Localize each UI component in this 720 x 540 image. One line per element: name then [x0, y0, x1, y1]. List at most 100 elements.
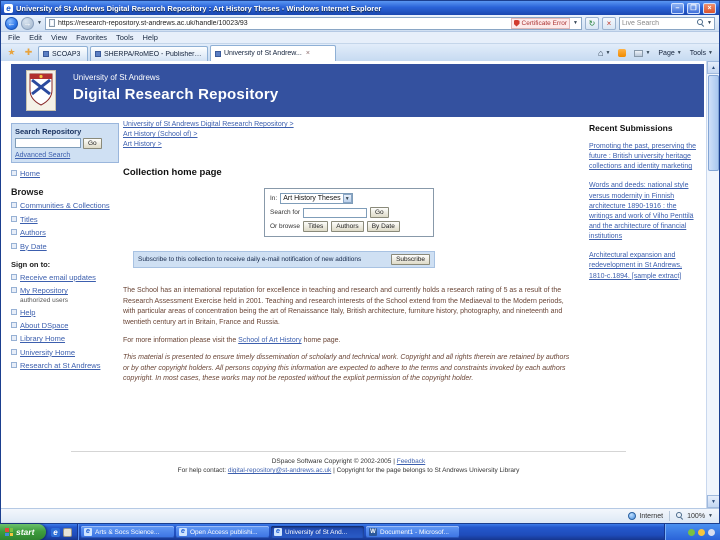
user-icon: [11, 287, 17, 294]
show-desktop-icon[interactable]: [63, 527, 72, 537]
breadcrumb-school-link[interactable]: Art History (School of) >: [123, 131, 198, 138]
sidebar-item-titles[interactable]: Titles: [11, 215, 119, 224]
breadcrumb-art-history-link[interactable]: Art History >: [123, 141, 162, 148]
scrollbar-thumb[interactable]: [708, 75, 719, 171]
search-repository-title: Search Repository: [15, 127, 82, 136]
sidebar-item-about-dspace[interactable]: About DSpace: [11, 321, 119, 330]
taskbar-item-open-access[interactable]: Open Access publishi...: [176, 526, 269, 538]
help-icon: [11, 308, 17, 315]
taskbar-item-word-document[interactable]: Document1 - Microsof...: [366, 526, 459, 538]
tab-bar: ★ ✚ SCOAP3 SHERPA/RoMEO - Publisher c...…: [1, 44, 719, 61]
scroll-up-icon[interactable]: ▲: [707, 61, 719, 74]
sidebar-item-library-home[interactable]: Library Home: [11, 334, 119, 343]
zoom-control[interactable]: 100% ▼: [676, 512, 713, 520]
ie-quicklaunch-icon[interactable]: [51, 527, 60, 537]
page-menu-button[interactable]: Page ▼: [655, 46, 684, 60]
browse-authors-button[interactable]: Authors: [331, 221, 364, 232]
breadcrumb-repository-link[interactable]: University of St Andrews Digital Researc…: [123, 121, 294, 128]
authorized-users-note: authorized users: [20, 296, 69, 304]
home-button[interactable]: ⌂ ▼: [595, 46, 613, 60]
library-copyright-text: | Copyright for the page belongs to St A…: [333, 467, 520, 474]
refresh-button[interactable]: ↻: [585, 16, 599, 30]
feedback-link[interactable]: Feedback: [397, 458, 426, 465]
search-dropdown-icon[interactable]: ▼: [707, 20, 712, 26]
tray-status-icon[interactable]: [688, 528, 695, 536]
tools-menu-button[interactable]: Tools ▼: [687, 46, 716, 60]
sidebar-item-my-repository[interactable]: My Repository: [11, 286, 119, 295]
school-of-art-history-link[interactable]: School of Art History: [238, 337, 301, 344]
scroll-down-icon[interactable]: ▼: [707, 495, 719, 508]
minimize-button[interactable]: –: [671, 2, 684, 14]
menu-tools[interactable]: Tools: [116, 33, 134, 42]
recent-item-link[interactable]: Promoting the past, preserving the futur…: [589, 142, 701, 172]
taskbar-item-arts-socs[interactable]: Arts & Socs Science...: [81, 526, 174, 538]
menu-help[interactable]: Help: [143, 33, 158, 42]
magnifier-icon[interactable]: [697, 19, 705, 27]
sidebar-item-help[interactable]: Help: [11, 308, 119, 317]
sidebar-item-research[interactable]: Research at St Andrews: [11, 361, 119, 370]
subscribe-text: Subscribe to this collection to receive …: [138, 255, 362, 263]
subscribe-button[interactable]: Subscribe: [391, 254, 430, 265]
vertical-scrollbar[interactable]: ▲ ▼: [706, 61, 719, 508]
live-search-input[interactable]: [622, 19, 696, 27]
search-box[interactable]: ▼: [619, 16, 715, 30]
rss-feed-icon: [618, 49, 627, 57]
advanced-search-link[interactable]: Advanced Search: [15, 152, 115, 159]
collection-search-input[interactable]: [303, 207, 367, 218]
sidebar-item-bydate[interactable]: By Date: [11, 242, 119, 251]
system-tray: [664, 524, 720, 540]
sidebar-item-authors[interactable]: Authors: [11, 228, 119, 237]
bullet-icon: [11, 215, 17, 222]
history-dropdown-icon[interactable]: ▼: [37, 20, 42, 26]
recent-item-link[interactable]: Words and deeds: national style versus m…: [589, 181, 701, 242]
sidebar-item-university-home[interactable]: University Home: [11, 348, 119, 357]
recent-submissions-panel: Recent Submissions Promoting the past, p…: [589, 123, 701, 282]
menu-favorites[interactable]: Favorites: [76, 33, 107, 42]
collection-select[interactable]: Art History Theses ▼: [280, 193, 353, 204]
sidebar-item-home[interactable]: Home: [11, 169, 119, 178]
bullet-icon: [11, 229, 17, 236]
page-footer: DSpace Software Copyright © 2002-2005 | …: [71, 451, 626, 474]
menu-file[interactable]: File: [8, 33, 20, 42]
tab-sherpa-romeo[interactable]: SHERPA/RoMEO - Publisher c...: [90, 46, 208, 61]
sidebar-item-email-updates[interactable]: Receive email updates: [11, 273, 119, 282]
restore-button[interactable]: ❐: [687, 2, 700, 14]
collection-search-panel: In: Art History Theses ▼ Search for Go O…: [264, 188, 434, 237]
tray-status-icon[interactable]: [708, 528, 715, 536]
sidebar-search-go-button[interactable]: Go: [83, 138, 102, 149]
back-button[interactable]: ←: [5, 16, 18, 30]
recent-item-link[interactable]: Architectural expansion and redevelopmen…: [589, 251, 701, 281]
stop-button[interactable]: ×: [602, 16, 616, 30]
page-title: Collection home page: [123, 167, 222, 178]
tab-scoap3[interactable]: SCOAP3: [38, 46, 88, 61]
browse-bydate-button[interactable]: By Date: [366, 221, 400, 232]
collection-search-go-button[interactable]: Go: [370, 207, 389, 218]
browse-titles-button[interactable]: Titles: [302, 221, 329, 232]
certificate-error-button[interactable]: Certificate Error: [510, 17, 571, 29]
zoom-icon: [676, 512, 684, 520]
status-bar: Internet 100% ▼: [1, 508, 719, 523]
copyright-disclaimer: This material is presented to ensure tim…: [123, 354, 570, 382]
help-email-link[interactable]: digital-repository@st-andrews.ac.uk: [228, 467, 331, 474]
print-button[interactable]: ▼: [631, 46, 653, 60]
university-crest: [26, 70, 56, 111]
url-field[interactable]: https://research-repository.st-andrews.a…: [44, 16, 582, 30]
ie-app-icon: [4, 3, 13, 13]
sidebar-search-input[interactable]: [15, 138, 81, 148]
close-button[interactable]: ×: [703, 2, 716, 14]
menu-view[interactable]: View: [51, 33, 67, 42]
tab-close-icon[interactable]: ×: [306, 50, 310, 57]
menu-edit[interactable]: Edit: [29, 33, 42, 42]
sidebar-nav: Home Browse Communities & Collections Ti…: [11, 169, 119, 371]
tray-status-icon[interactable]: [698, 528, 705, 536]
tab-st-andrews-active[interactable]: University of St Andrew... ×: [210, 45, 336, 61]
feeds-button[interactable]: [615, 46, 629, 60]
url-dropdown-icon[interactable]: ▼: [573, 20, 578, 26]
start-button[interactable]: start: [0, 524, 46, 540]
favorites-center-icon[interactable]: ★: [4, 46, 19, 60]
add-favorite-icon[interactable]: ✚: [21, 46, 36, 60]
sidebar-item-communities[interactable]: Communities & Collections: [11, 201, 119, 210]
home-icon: ⌂: [598, 48, 604, 58]
taskbar-item-st-andrews[interactable]: University of St And...: [271, 526, 364, 538]
forward-button[interactable]: →: [21, 16, 34, 30]
